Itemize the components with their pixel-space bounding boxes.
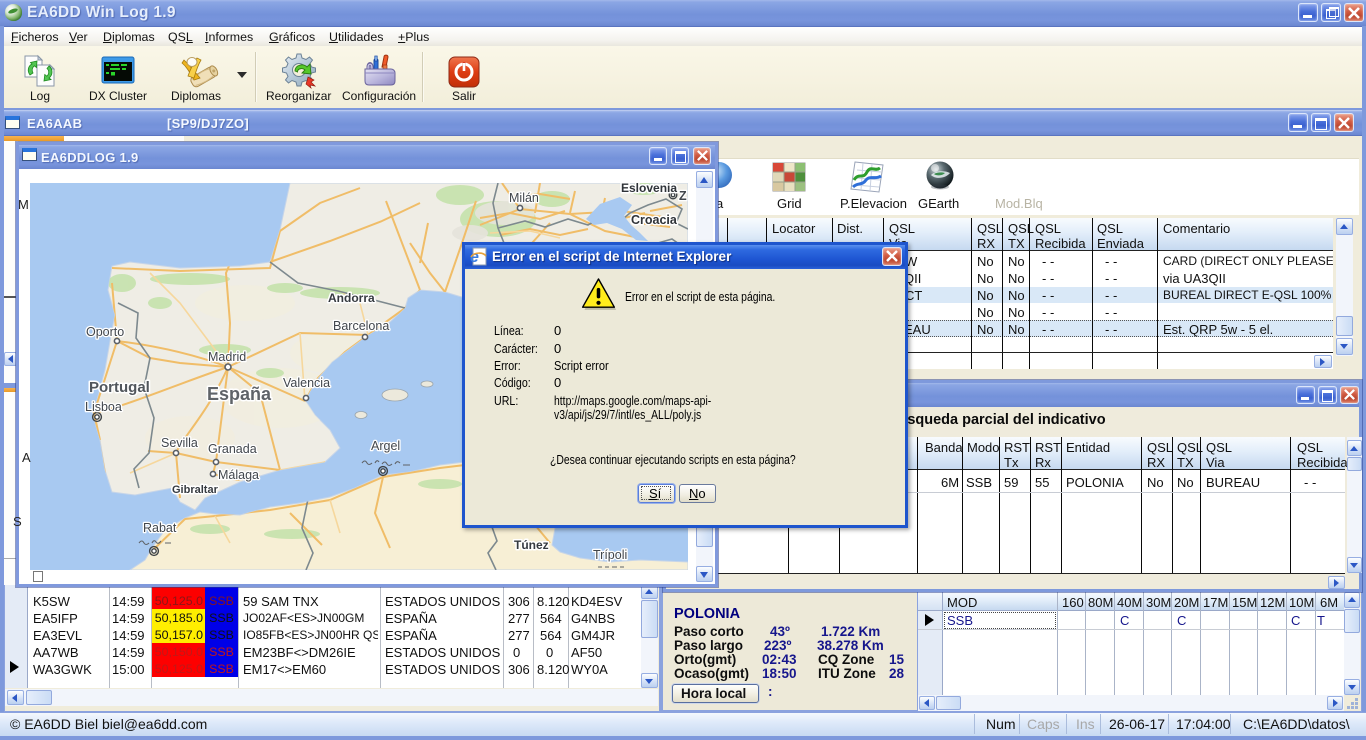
svg-text:Trípoli: Trípoli [593, 548, 627, 562]
svg-text:Lisboa: Lisboa [85, 400, 122, 414]
svg-text:Túnez: Túnez [514, 538, 549, 552]
svg-text:Rabat: Rabat [143, 521, 177, 535]
svg-text:Barcelona: Barcelona [333, 319, 389, 333]
svg-text:Madrid: Madrid [208, 350, 246, 364]
svg-text:e: e [470, 249, 479, 266]
svg-text:Eslovenia: Eslovenia [621, 183, 677, 195]
svg-text:Milán: Milán [509, 191, 539, 205]
svg-text:Valencia: Valencia [283, 376, 330, 390]
svg-text:Oporto: Oporto [86, 325, 124, 339]
svg-text:Portugal: Portugal [89, 379, 150, 396]
svg-text:Andorra: Andorra [328, 291, 375, 305]
svg-text:Gibraltar: Gibraltar [172, 484, 219, 496]
svg-text:Sevilla: Sevilla [161, 436, 198, 450]
svg-text:España: España [207, 384, 272, 404]
svg-text:Croacia: Croacia [631, 213, 678, 227]
svg-text:Málaga: Málaga [218, 468, 259, 482]
svg-text:Argel: Argel [371, 439, 400, 453]
svg-text:Z: Z [679, 189, 687, 203]
svg-text:Granada: Granada [208, 442, 257, 456]
